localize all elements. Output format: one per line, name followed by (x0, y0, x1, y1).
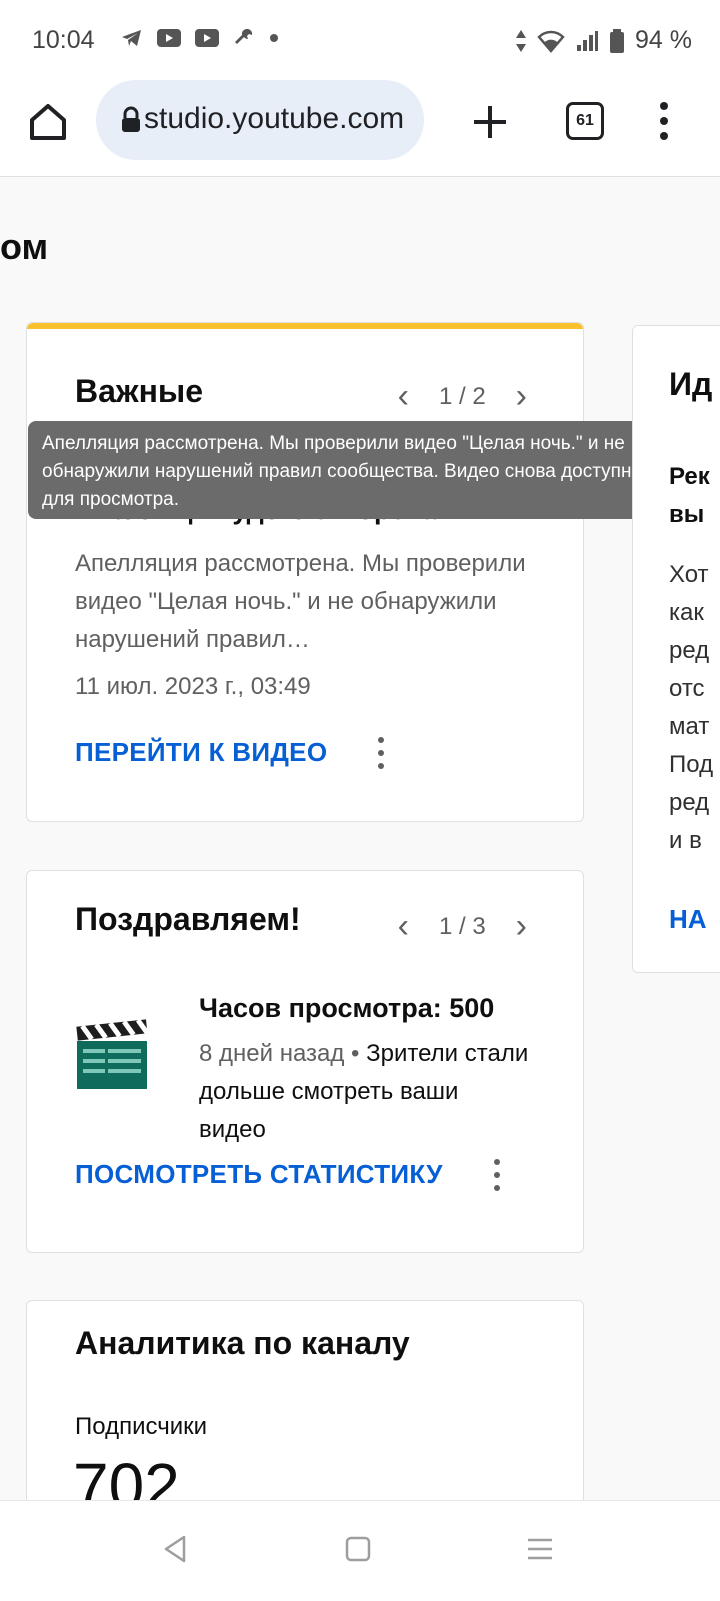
card-title: Важные (75, 373, 204, 409)
card-action-link[interactable]: НА (669, 904, 707, 935)
lock-icon (122, 106, 140, 132)
back-icon[interactable] (160, 1533, 192, 1565)
browser-toolbar: studio.youtube.com 61 (0, 80, 720, 177)
clapperboard-icon (76, 1019, 149, 1089)
chevron-left-icon[interactable]: ‹ (398, 907, 409, 946)
wifi-icon (537, 30, 565, 53)
address-bar[interactable]: studio.youtube.com (96, 80, 424, 160)
system-status: 94 % (515, 26, 692, 55)
wrench-icon (235, 28, 253, 44)
card-title: Аналитика по каналу (75, 1325, 410, 1361)
more-options-icon[interactable] (377, 737, 385, 773)
time-ago: 8 дней назад (199, 1040, 345, 1067)
url-text: studio.youtube.com (144, 102, 405, 135)
card-date: 11 июл. 2023 г., 03:49 (75, 673, 311, 700)
battery-level: 94 % (635, 26, 692, 54)
status-bar: 10:04 94 % (0, 0, 720, 80)
more-options-icon[interactable] (493, 1159, 501, 1195)
card-subtitle: Рек вы (669, 463, 710, 528)
card-body-text: Апелляция рассмотрена. Мы проверили виде… (75, 550, 526, 653)
signal-icon (577, 30, 599, 51)
telegram-icon (122, 30, 141, 46)
page-title: ом (0, 226, 49, 267)
recents-icon[interactable] (524, 1533, 556, 1565)
important-card: Важные ‹ 1 / 2 › Апелляция удовлетворена… (26, 322, 584, 822)
pager-count: 1 / 3 (438, 912, 486, 940)
chevron-right-icon[interactable]: › (516, 907, 527, 946)
card-body-text: Хот как ред отс мат Под ред и в (669, 561, 714, 854)
chevron-left-icon[interactable]: ‹ (398, 377, 409, 416)
notification-icons (120, 26, 280, 50)
youtube-icon (195, 29, 219, 47)
view-stats-button[interactable]: ПОСМОТРЕТЬ СТАТИСТИКУ (75, 1159, 443, 1190)
status-time: 10:04 (32, 26, 95, 54)
home-nav-icon[interactable] (342, 1533, 374, 1565)
achievement-text: 8 дней назад • Зрители стали дольше смот… (199, 1040, 529, 1143)
card-title: Поздравляем! (75, 901, 301, 937)
chevron-right-icon[interactable]: › (516, 377, 527, 416)
battery-icon (610, 28, 625, 53)
card-title: Ид (669, 366, 713, 402)
tooltip: Апелляция рассмотрена. Мы проверили виде… (28, 421, 686, 519)
achievement-title: Часов просмотра: 500 (199, 993, 495, 1023)
home-icon[interactable] (24, 98, 72, 146)
youtube-icon (157, 29, 181, 47)
card-accent-bar (27, 323, 583, 329)
ideas-card: Ид Рек вы Хот как ред отс мат Под ред и … (632, 325, 720, 973)
browser-menu-icon[interactable] (656, 98, 672, 142)
subscribers-label: Подписчики (75, 1413, 208, 1440)
card-pager: ‹ 1 / 2 › (398, 377, 527, 416)
new-tab-icon[interactable] (468, 100, 512, 144)
pager-count: 1 / 2 (438, 382, 486, 410)
dot-icon (270, 34, 278, 42)
tab-switcher-button[interactable]: 61 (566, 102, 604, 140)
system-navigation-bar (0, 1500, 720, 1601)
go-to-video-button[interactable]: ПЕРЕЙТИ К ВИДЕО (75, 737, 327, 768)
congrats-card: Поздравляем! ‹ 1 / 3 › Часов просмотра: … (26, 870, 584, 1253)
data-arrows-icon (516, 29, 527, 52)
card-pager: ‹ 1 / 3 › (398, 907, 527, 946)
